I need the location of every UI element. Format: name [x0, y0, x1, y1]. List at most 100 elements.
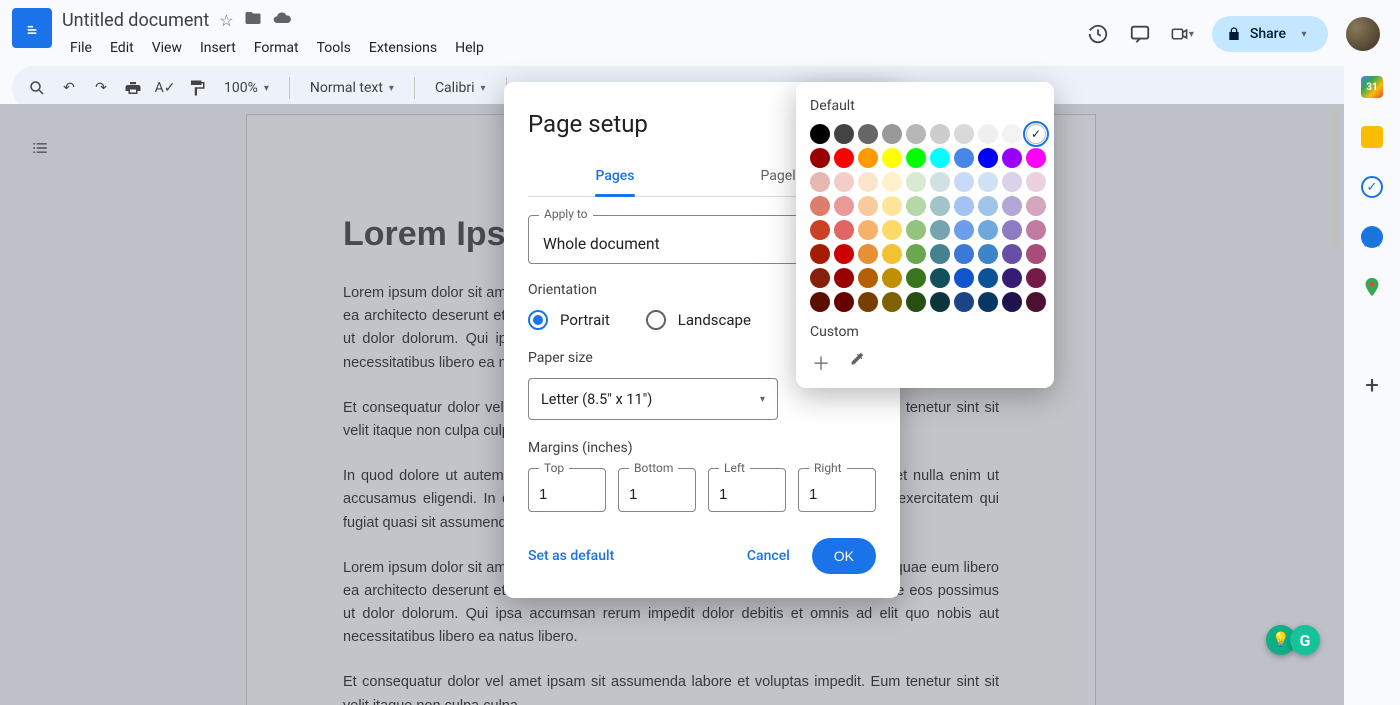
color-swatch[interactable]	[858, 220, 878, 240]
radio-portrait[interactable]: Portrait	[528, 310, 610, 330]
color-swatch[interactable]	[1002, 292, 1022, 312]
color-swatch[interactable]	[954, 196, 974, 216]
menu-tools[interactable]: Tools	[309, 36, 359, 60]
color-swatch[interactable]	[882, 196, 902, 216]
zoom-select[interactable]: 100%▾	[218, 80, 275, 96]
spellcheck-icon[interactable]: A✓	[154, 75, 176, 101]
add-addon-icon[interactable]: +	[1361, 374, 1383, 396]
color-swatch[interactable]	[906, 148, 926, 168]
color-swatch[interactable]	[930, 220, 950, 240]
color-swatch[interactable]	[858, 244, 878, 264]
color-swatch[interactable]	[1002, 172, 1022, 192]
color-swatch[interactable]	[810, 292, 830, 312]
document-title[interactable]: Untitled document	[62, 10, 209, 31]
keep-icon[interactable]	[1361, 126, 1383, 148]
color-swatch[interactable]	[1026, 244, 1046, 264]
color-swatch[interactable]	[1002, 124, 1022, 144]
color-swatch[interactable]	[1002, 148, 1022, 168]
color-swatch[interactable]	[906, 292, 926, 312]
move-icon[interactable]	[244, 9, 262, 31]
color-swatch[interactable]	[978, 268, 998, 288]
menu-insert[interactable]: Insert	[192, 36, 244, 60]
share-button[interactable]: Share ▾	[1212, 16, 1328, 52]
star-icon[interactable]: ☆	[219, 11, 233, 30]
color-swatch[interactable]	[834, 172, 854, 192]
color-swatch[interactable]	[978, 244, 998, 264]
radio-landscape[interactable]: Landscape	[646, 310, 751, 330]
color-swatch[interactable]	[930, 172, 950, 192]
color-swatch[interactable]	[930, 196, 950, 216]
color-swatch[interactable]	[930, 268, 950, 288]
color-swatch[interactable]	[906, 172, 926, 192]
color-swatch[interactable]	[810, 196, 830, 216]
set-as-default-button[interactable]: Set as default	[528, 548, 614, 564]
print-icon[interactable]	[122, 75, 144, 101]
color-swatch[interactable]	[1026, 172, 1046, 192]
color-swatch[interactable]	[1002, 268, 1022, 288]
add-custom-color-button[interactable]: ＋	[810, 350, 832, 372]
color-swatch[interactable]	[954, 124, 974, 144]
color-swatch[interactable]	[810, 172, 830, 192]
tab-pages[interactable]: Pages	[528, 156, 702, 196]
color-swatch[interactable]	[1002, 196, 1022, 216]
margin-right-field[interactable]: Right	[798, 468, 876, 512]
color-swatch[interactable]	[906, 268, 926, 288]
color-swatch[interactable]	[810, 148, 830, 168]
color-swatch[interactable]	[858, 268, 878, 288]
color-swatch[interactable]	[1026, 268, 1046, 288]
color-swatch[interactable]	[978, 172, 998, 192]
color-swatch[interactable]	[834, 220, 854, 240]
cloud-status-icon[interactable]	[272, 8, 292, 32]
color-swatch[interactable]	[978, 220, 998, 240]
redo-icon[interactable]: ↷	[90, 75, 112, 101]
color-swatch[interactable]	[930, 244, 950, 264]
color-swatch[interactable]	[906, 124, 926, 144]
color-swatch[interactable]	[954, 172, 974, 192]
color-swatch[interactable]	[858, 292, 878, 312]
share-caret-icon[interactable]: ▾	[1294, 29, 1314, 40]
history-icon[interactable]	[1086, 22, 1110, 46]
color-swatch[interactable]	[810, 244, 830, 264]
color-swatch[interactable]	[906, 220, 926, 240]
paper-size-select[interactable]: Letter (8.5" x 11") ▾	[528, 378, 778, 420]
color-swatch[interactable]	[834, 196, 854, 216]
menu-file[interactable]: File	[62, 36, 100, 60]
color-swatch[interactable]	[1026, 220, 1046, 240]
color-swatch[interactable]	[882, 172, 902, 192]
vertical-scrollbar[interactable]	[1330, 108, 1340, 248]
color-swatch[interactable]	[882, 292, 902, 312]
color-swatch[interactable]	[954, 220, 974, 240]
color-swatch[interactable]	[810, 124, 830, 144]
tasks-icon[interactable]: ✓	[1361, 176, 1383, 198]
color-swatch[interactable]	[930, 148, 950, 168]
color-swatch[interactable]	[930, 124, 950, 144]
color-swatch[interactable]	[954, 292, 974, 312]
color-swatch[interactable]	[882, 148, 902, 168]
color-swatch[interactable]	[810, 268, 830, 288]
margin-bottom-field[interactable]: Bottom	[618, 468, 696, 512]
color-swatch[interactable]	[882, 244, 902, 264]
color-swatch[interactable]	[978, 148, 998, 168]
color-swatch[interactable]	[1026, 148, 1046, 168]
color-swatch[interactable]	[858, 148, 878, 168]
margin-left-input[interactable]	[719, 486, 775, 503]
color-swatch[interactable]	[1026, 292, 1046, 312]
menu-extensions[interactable]: Extensions	[361, 36, 445, 60]
color-swatch[interactable]	[1026, 196, 1046, 216]
color-swatch[interactable]	[858, 124, 878, 144]
margin-top-field[interactable]: Top	[528, 468, 606, 512]
calendar-icon[interactable]: 31	[1361, 76, 1383, 98]
eyedropper-icon[interactable]	[846, 350, 868, 372]
style-select[interactable]: Normal text▾	[304, 80, 400, 96]
font-select[interactable]: Calibri▾	[429, 80, 492, 96]
color-swatch[interactable]	[978, 196, 998, 216]
maps-icon[interactable]	[1361, 276, 1383, 298]
color-swatch[interactable]	[834, 124, 854, 144]
account-avatar[interactable]	[1346, 17, 1380, 51]
undo-icon[interactable]: ↶	[58, 75, 80, 101]
color-swatch[interactable]	[882, 220, 902, 240]
color-swatch[interactable]	[834, 148, 854, 168]
menu-format[interactable]: Format	[246, 36, 307, 60]
docs-logo-icon[interactable]	[12, 8, 52, 48]
color-swatch[interactable]	[930, 292, 950, 312]
